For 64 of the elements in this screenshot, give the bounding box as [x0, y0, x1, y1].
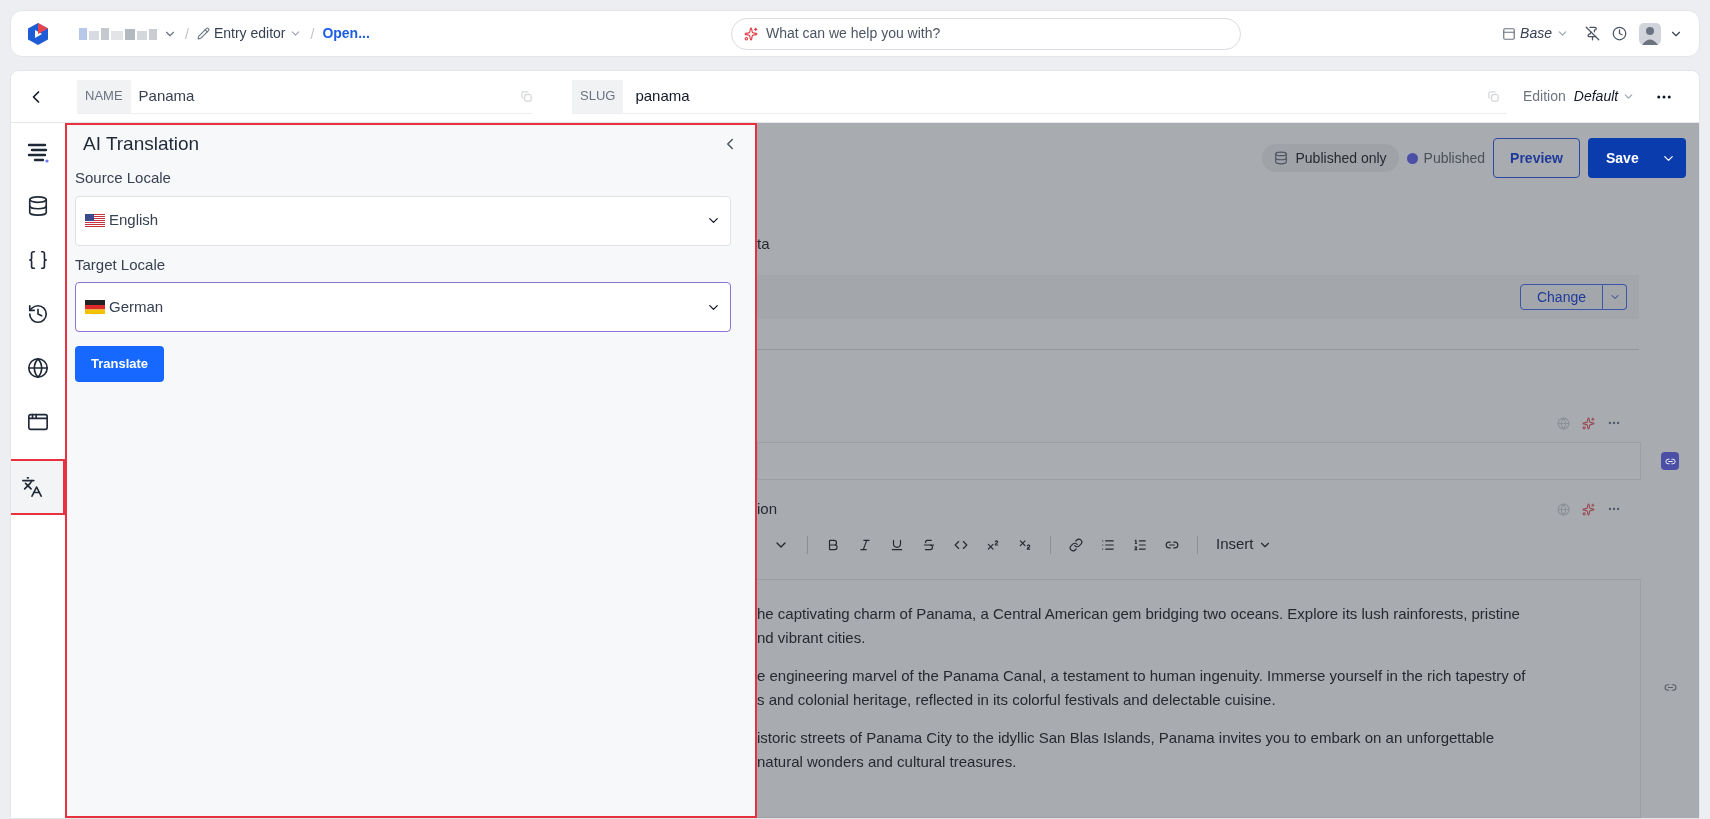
flag-icon: [85, 213, 105, 228]
save-button[interactable]: Save: [1588, 138, 1686, 178]
breadcrumb-separator: /: [310, 24, 315, 44]
text-input[interactable]: [757, 442, 1641, 480]
logo-icon: [27, 21, 49, 46]
breadcrumb-separator: /: [185, 24, 189, 44]
database-icon: [1273, 151, 1288, 165]
field-label: ion: [757, 499, 778, 519]
rich-text-editor[interactable]: [757, 578, 1641, 818]
strikethrough-icon[interactable]: [922, 537, 936, 552]
locale-select[interactable]: German: [75, 282, 731, 332]
translate-button[interactable]: Translate: [75, 346, 165, 382]
insert-menu[interactable]: Insert: [1216, 533, 1272, 556]
numbered-list-icon[interactable]: [1133, 537, 1147, 552]
history-icon: [27, 303, 49, 325]
italic-icon[interactable]: [858, 537, 872, 552]
sidebar-item[interactable]: [11, 459, 65, 515]
paragraph-line: e engineering marvel of the Panama Canal, a testament to human ingenuity. Immerse yourself in the rich tapestry of: [757, 665, 1527, 686]
superscript-icon[interactable]: [986, 537, 1000, 552]
pin-icon[interactable]: [1585, 26, 1600, 41]
pencil-icon: [196, 27, 210, 40]
section-text: ta: [757, 234, 771, 253]
underline-icon[interactable]: [890, 537, 904, 552]
bullet-list-icon[interactable]: [1101, 537, 1115, 552]
status-text: Published: [1423, 148, 1486, 168]
locale-select[interactable]: English: [75, 195, 731, 246]
filter-chip[interactable]: Published only: [1261, 144, 1399, 172]
name-field[interactable]: Panama: [130, 84, 521, 108]
branch-selector[interactable]: Base: [1502, 23, 1569, 44]
paragraph-line: he captivating charm of Panama, a Central American gem bridging two oceans. Explore its lush rainforests, pristine: [757, 603, 1521, 624]
change-menu-button[interactable]: [1603, 284, 1627, 310]
change-button[interactable]: Change: [1519, 284, 1603, 310]
link-chip-icon[interactable]: [1661, 452, 1679, 470]
subscript-icon[interactable]: [1018, 537, 1032, 552]
sparkle-icon: [743, 26, 758, 41]
paragraph-line: natural wonders and cultural treasures.: [757, 751, 1018, 772]
avatar-icon[interactable]: [1639, 22, 1661, 45]
paragraph-line: nd vibrant cities.: [757, 627, 867, 648]
panel-title: AI Translation: [83, 131, 200, 156]
search-input[interactable]: What can we help you with?: [765, 23, 1228, 44]
sparkle-icon[interactable]: [1582, 416, 1595, 430]
sparkle-icon[interactable]: [1582, 502, 1595, 516]
window-icon: [27, 411, 49, 433]
braces-icon: [27, 249, 49, 271]
panel-icon: [1502, 26, 1517, 41]
clock-icon[interactable]: [1612, 26, 1627, 41]
bold-icon[interactable]: [826, 537, 840, 552]
name-label: NAME: [77, 79, 131, 113]
edition-label: Edition: [1523, 87, 1566, 106]
paragraph-line: istoric streets of Panama City to the idyllic San Blas Islands, Panama invites you to embark on an unforgettable: [757, 727, 1496, 748]
slug-field[interactable]: panama: [623, 84, 1488, 108]
link-icon[interactable]: [1069, 537, 1083, 552]
field-label: Source Locale: [75, 168, 172, 188]
field-label: Target Locale: [75, 254, 167, 275]
globe-icon: [27, 357, 49, 379]
breadcrumb-link[interactable]: Open...: [322, 23, 370, 44]
breadcrumb-menu[interactable]: Entry editor: [196, 23, 303, 44]
edition-selector[interactable]: Default: [1573, 86, 1636, 107]
preview-button[interactable]: Preview: [1493, 138, 1580, 178]
flag-icon: [85, 300, 105, 314]
slug-label: SLUG: [572, 79, 624, 113]
paragraph-line: s and colonial heritage, reflected in its colorful festivals and delectable cuisine.: [757, 689, 1277, 710]
translate-icon: [21, 476, 43, 498]
database-icon: [27, 195, 49, 217]
